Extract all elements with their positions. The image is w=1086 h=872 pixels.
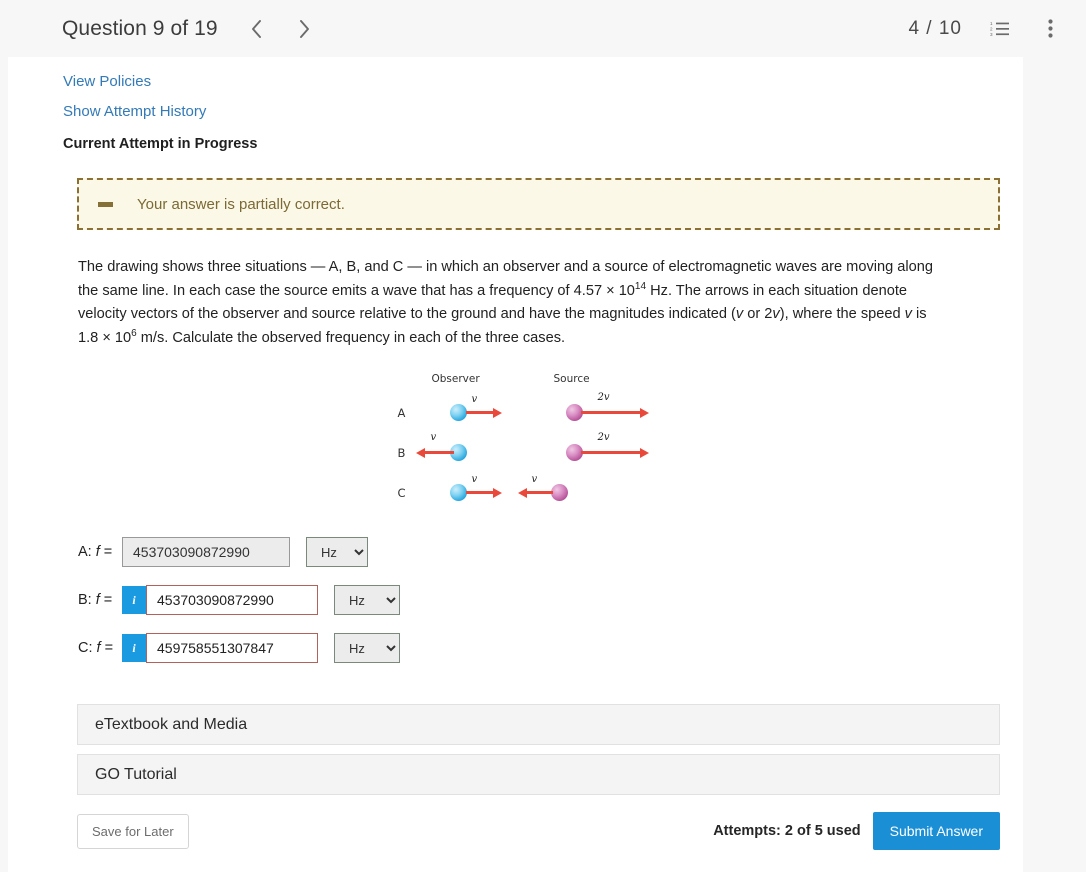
doppler-diagram: Observer Source A v 2v B v 2v C v v <box>385 366 649 506</box>
figure-source-arrow-a <box>580 407 649 418</box>
figure-source-arrow-c <box>517 487 553 498</box>
answer-label-b: B: f = <box>78 592 113 608</box>
unit-select-c[interactable]: Hz <box>334 633 400 663</box>
answer-row-c: C: f = i Hz <box>78 624 1023 672</box>
figure-source-arrow-b <box>580 447 649 458</box>
page-counter: 4 / 10 <box>908 17 962 39</box>
svg-text:3: 3 <box>990 32 993 37</box>
view-policies-link[interactable]: View Policies <box>63 67 1023 97</box>
question-var-v-3: v <box>904 306 912 322</box>
question-nav <box>246 16 316 42</box>
figure-observer-speed-a: v <box>471 394 478 405</box>
figure-source-ball-c <box>550 484 568 501</box>
alert-message: Your answer is partially correct. <box>137 195 345 213</box>
figure-observer-ball-c <box>449 484 467 501</box>
top-bar-actions: 4 / 10 1 2 3 <box>908 17 1062 41</box>
unit-select-a[interactable]: Hz <box>306 537 368 567</box>
page-title: Question 9 of 19 <box>62 16 218 40</box>
question-var-v-2: v <box>772 306 780 322</box>
answer-label-c: C: f = <box>78 640 114 656</box>
answer-input-a[interactable] <box>122 537 290 567</box>
prev-question-button[interactable] <box>246 16 268 42</box>
question-text: The drawing shows three situations — A, … <box>78 256 949 350</box>
figure-source-speed-c: v <box>531 474 538 485</box>
kebab-menu-icon[interactable] <box>1038 17 1062 41</box>
figure-observer-speed-b: v <box>430 432 437 443</box>
partial-credit-alert: Your answer is partially correct. <box>77 178 1000 230</box>
figure-row-label-a: A <box>397 406 406 420</box>
go-tutorial-panel[interactable]: GO Tutorial <box>77 754 1000 795</box>
answer-list: A: f = Hz B: f = i Hz C: f = i Hz <box>78 528 1023 672</box>
svg-text:1: 1 <box>990 21 993 26</box>
figure-observer-arrow-a <box>465 407 502 418</box>
question-text-part-4: ), where the speed <box>779 306 905 322</box>
figure-observer-header: Observer <box>431 373 480 385</box>
figure-source-header: Source <box>553 373 590 385</box>
answer-row-a: A: f = Hz <box>78 528 1023 576</box>
current-attempt-heading: Current Attempt in Progress <box>63 136 258 152</box>
minus-dash-icon <box>95 194 115 214</box>
svg-text:2: 2 <box>990 26 993 31</box>
question-text-part-6: m/s. Calculate the observed frequency in… <box>136 329 566 346</box>
question-footer: Save for Later Attempts: 2 of 5 used Sub… <box>77 812 1000 850</box>
attempts-counter: Attempts: 2 of 5 used <box>713 823 861 839</box>
save-for-later-button[interactable]: Save for Later <box>77 813 189 849</box>
numbered-list-icon[interactable]: 1 2 3 <box>988 17 1012 41</box>
figure-observer-arrow-b <box>415 447 454 458</box>
figure-row-label-b: B <box>397 446 406 460</box>
top-bar: Question 9 of 19 4 / 10 1 2 3 <box>0 0 1086 57</box>
figure-observer-speed-c: v <box>471 474 478 485</box>
figure-row-label-c: C <box>397 486 406 500</box>
question-card: View Policies Show Attempt History Curre… <box>8 57 1023 872</box>
answer-input-c[interactable] <box>146 633 318 663</box>
figure-container: Observer Source A v 2v B v 2v C v v <box>8 366 1023 506</box>
figure-source-speed-a: 2v <box>597 392 610 403</box>
question-exponent-1: 14 <box>634 280 647 292</box>
submit-answer-button[interactable]: Submit Answer <box>872 812 1000 850</box>
etextbook-and-media-panel[interactable]: eTextbook and Media <box>77 704 1000 745</box>
info-icon-b[interactable]: i <box>122 586 146 614</box>
answer-input-b[interactable] <box>146 585 318 615</box>
question-text-part-3: or 2 <box>743 306 773 322</box>
unit-select-b[interactable]: Hz <box>334 585 400 615</box>
show-attempt-history-link[interactable]: Show Attempt History <box>63 97 1023 127</box>
figure-observer-arrow-c <box>465 487 502 498</box>
info-icon-c[interactable]: i <box>122 634 146 662</box>
next-question-button[interactable] <box>294 16 316 42</box>
figure-observer-ball-a <box>449 404 467 421</box>
answer-row-b: B: f = i Hz <box>78 576 1023 624</box>
answer-label-a: A: f = <box>78 544 113 560</box>
figure-source-speed-b: 2v <box>597 432 610 443</box>
